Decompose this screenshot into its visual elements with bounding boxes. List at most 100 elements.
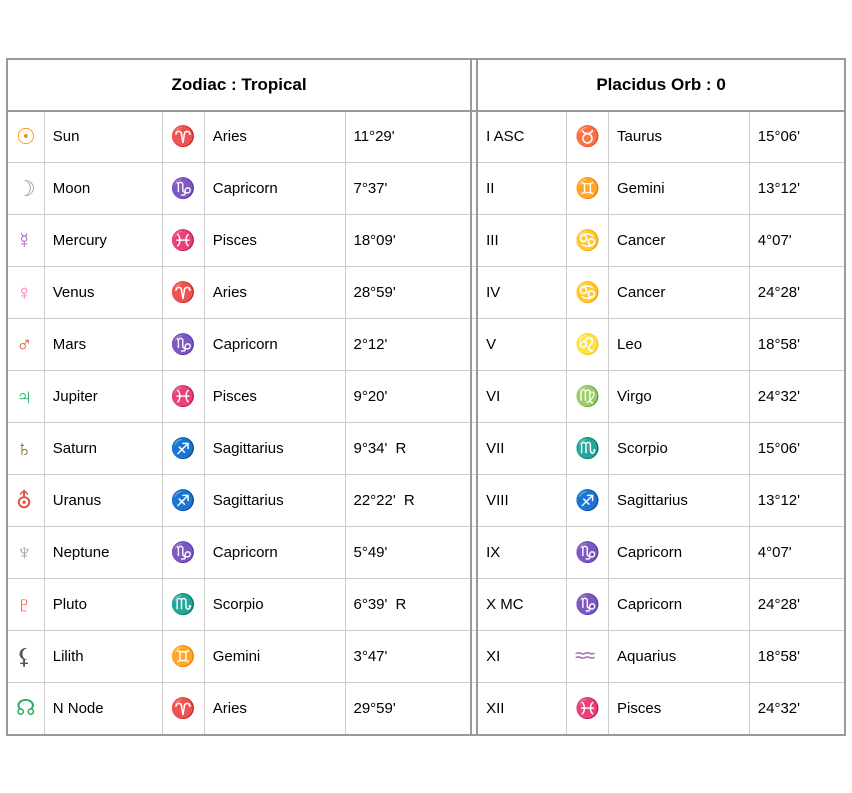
h5-house-num: V	[477, 319, 566, 371]
h12-sign-name: Pisces	[609, 683, 750, 735]
sun-symbol: ☉	[7, 111, 44, 163]
table-row: ☽Moon♑Capricorn7°37'II♊Gemini13°12'	[7, 163, 845, 215]
mercury-symbol: ☿	[7, 215, 44, 267]
h10-house-num: X MC	[477, 579, 566, 631]
h8-sign-symbol: ♐	[567, 475, 609, 527]
h6-sign-symbol: ♍	[567, 371, 609, 423]
uranus-sign-name: Sagittarius	[204, 475, 345, 527]
h9-degree: 4°07'	[749, 527, 845, 579]
h11-sign-name: Aquarius	[609, 631, 750, 683]
table-row: ♆Neptune♑Capricorn5°49'IX♑Capricorn4°07'	[7, 527, 845, 579]
h7-house-num: VII	[477, 423, 566, 475]
uranus-name: Uranus	[44, 475, 162, 527]
moon-name: Moon	[44, 163, 162, 215]
h6-degree: 24°32'	[749, 371, 845, 423]
h1-degree: 15°06'	[749, 111, 845, 163]
h1-house-num: I ASC	[477, 111, 566, 163]
jupiter-degree: 9°20'	[345, 371, 471, 423]
h10-degree: 24°28'	[749, 579, 845, 631]
mercury-sign-name: Pisces	[204, 215, 345, 267]
mars-degree: 2°12'	[345, 319, 471, 371]
nnode-symbol: ☊	[7, 683, 44, 735]
h4-sign-name: Cancer	[609, 267, 750, 319]
h1-sign-symbol: ♉	[567, 111, 609, 163]
h8-sign-name: Sagittarius	[609, 475, 750, 527]
h6-house-num: VI	[477, 371, 566, 423]
nnode-degree: 29°59'	[345, 683, 471, 735]
sun-sign-name: Aries	[204, 111, 345, 163]
venus-sign-symbol: ♈	[162, 267, 204, 319]
table-row: ♂Mars♑Capricorn2°12'V♌Leo18°58'	[7, 319, 845, 371]
saturn-sign-name: Sagittarius	[204, 423, 345, 475]
mars-sign-name: Capricorn	[204, 319, 345, 371]
neptune-name: Neptune	[44, 527, 162, 579]
venus-name: Venus	[44, 267, 162, 319]
h4-house-num: IV	[477, 267, 566, 319]
placidus-header: Placidus Orb : 0	[477, 59, 845, 111]
sun-degree: 11°29'	[345, 111, 471, 163]
neptune-degree: 5°49'	[345, 527, 471, 579]
neptune-sign-name: Capricorn	[204, 527, 345, 579]
h9-sign-name: Capricorn	[609, 527, 750, 579]
pluto-name: Pluto	[44, 579, 162, 631]
moon-sign-symbol: ♑	[162, 163, 204, 215]
pluto-sign-name: Scorpio	[204, 579, 345, 631]
zodiac-header: Zodiac : Tropical	[7, 59, 471, 111]
h12-degree: 24°32'	[749, 683, 845, 735]
moon-sign-name: Capricorn	[204, 163, 345, 215]
table-row: ♄Saturn♐Sagittarius9°34' RVII♏Scorpio15°…	[7, 423, 845, 475]
uranus-symbol: ⛢	[7, 475, 44, 527]
h5-sign-symbol: ♌	[567, 319, 609, 371]
nnode-name: N Node	[44, 683, 162, 735]
h5-sign-name: Leo	[609, 319, 750, 371]
h2-sign-name: Gemini	[609, 163, 750, 215]
lilith-sign-name: Gemini	[204, 631, 345, 683]
saturn-symbol: ♄	[7, 423, 44, 475]
venus-symbol: ♀	[7, 267, 44, 319]
mercury-degree: 18°09'	[345, 215, 471, 267]
h7-sign-symbol: ♏	[567, 423, 609, 475]
mercury-sign-symbol: ♓	[162, 215, 204, 267]
table-row: ⚸Lilith♊Gemini3°47'XI≈≈Aquarius18°58'	[7, 631, 845, 683]
lilith-degree: 3°47'	[345, 631, 471, 683]
h3-sign-name: Cancer	[609, 215, 750, 267]
table-row: ☊N Node♈Aries29°59'XII♓Pisces24°32'	[7, 683, 845, 735]
h9-sign-symbol: ♑	[567, 527, 609, 579]
h2-sign-symbol: ♊	[567, 163, 609, 215]
jupiter-sign-name: Pisces	[204, 371, 345, 423]
table-row: ♃Jupiter♓Pisces9°20'VI♍Virgo24°32'	[7, 371, 845, 423]
astro-table: Zodiac : Tropical Placidus Orb : 0 ☉Sun♈…	[6, 58, 846, 736]
h8-house-num: VIII	[477, 475, 566, 527]
nnode-sign-symbol: ♈	[162, 683, 204, 735]
venus-degree: 28°59'	[345, 267, 471, 319]
h1-sign-name: Taurus	[609, 111, 750, 163]
h4-degree: 24°28'	[749, 267, 845, 319]
moon-degree: 7°37'	[345, 163, 471, 215]
h3-house-num: III	[477, 215, 566, 267]
saturn-degree: 9°34' R	[345, 423, 471, 475]
h10-sign-name: Capricorn	[609, 579, 750, 631]
pluto-symbol: ♇	[7, 579, 44, 631]
neptune-symbol: ♆	[7, 527, 44, 579]
venus-sign-name: Aries	[204, 267, 345, 319]
h12-sign-symbol: ♓	[567, 683, 609, 735]
lilith-sign-symbol: ♊	[162, 631, 204, 683]
pluto-sign-symbol: ♏	[162, 579, 204, 631]
mercury-name: Mercury	[44, 215, 162, 267]
jupiter-name: Jupiter	[44, 371, 162, 423]
h4-sign-symbol: ♋	[567, 267, 609, 319]
saturn-name: Saturn	[44, 423, 162, 475]
jupiter-symbol: ♃	[7, 371, 44, 423]
h9-house-num: IX	[477, 527, 566, 579]
table-row: ☿Mercury♓Pisces18°09'III♋Cancer4°07'	[7, 215, 845, 267]
h3-degree: 4°07'	[749, 215, 845, 267]
table-row: ☉Sun♈Aries11°29'I ASC♉Taurus15°06'	[7, 111, 845, 163]
h8-degree: 13°12'	[749, 475, 845, 527]
nnode-sign-name: Aries	[204, 683, 345, 735]
h7-sign-name: Scorpio	[609, 423, 750, 475]
h11-house-num: XI	[477, 631, 566, 683]
mars-sign-symbol: ♑	[162, 319, 204, 371]
h2-degree: 13°12'	[749, 163, 845, 215]
h2-house-num: II	[477, 163, 566, 215]
sun-sign-symbol: ♈	[162, 111, 204, 163]
